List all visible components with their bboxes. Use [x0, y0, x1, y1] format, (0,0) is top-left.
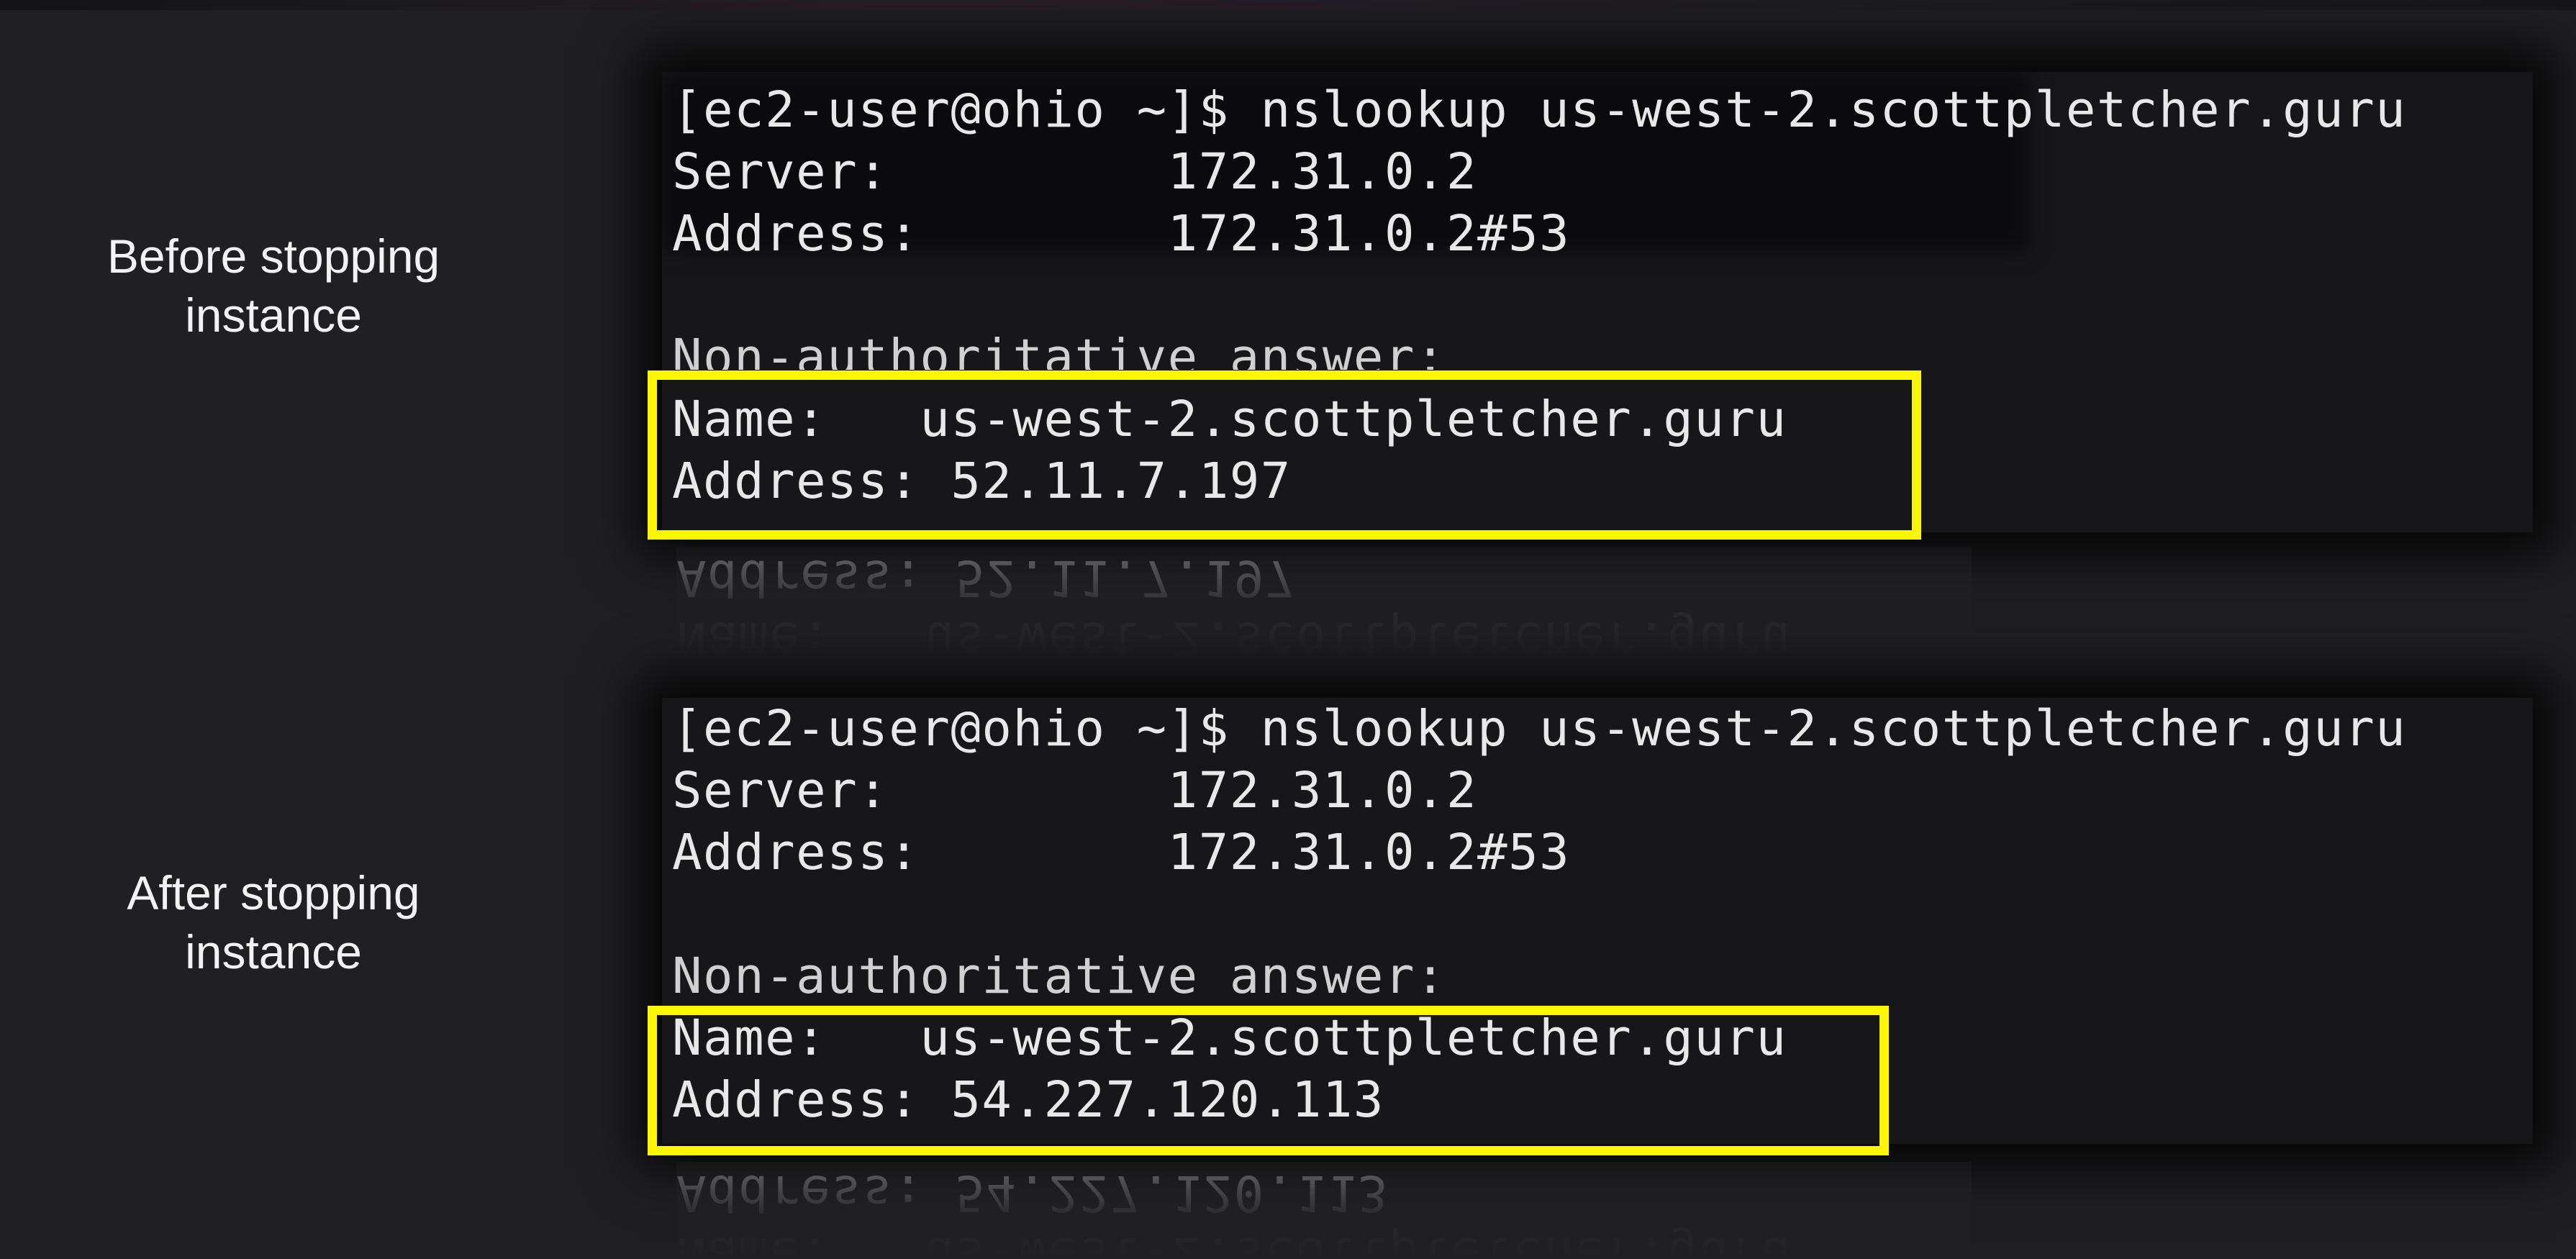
before-command: [ec2-user@ohio ~]$ nslookup us-west-2.sc…	[672, 81, 2407, 139]
before-label-line-2: instance	[185, 288, 362, 342]
after-label: After stopping instance	[0, 863, 547, 981]
after-server: Server: 172.31.0.2	[672, 762, 1478, 819]
terminal-before-screen: [ec2-user@ohio ~]$ nslookup us-west-2.sc…	[662, 72, 2533, 532]
after-answer-header: Non-authoritative answer:	[672, 947, 1447, 1005]
after-label-line-1: After stopping	[127, 866, 420, 919]
before-server: Server: 172.31.0.2	[672, 143, 1478, 201]
terminal-after: [ec2-user@ohio ~]$ nslookup us-west-2.sc…	[662, 698, 2533, 1144]
after-server-address: Address: 172.31.0.2#53	[672, 824, 1571, 881]
before-name: Name: us-west-2.scottpletcher.guru	[672, 391, 1787, 448]
terminal-before: [ec2-user@ohio ~]$ nslookup us-west-2.sc…	[662, 72, 2533, 532]
before-address: Address: 52.11.7.197	[672, 453, 1292, 510]
before-server-address: Address: 172.31.0.2#53	[672, 205, 1571, 263]
before-label-line-1: Before stopping	[106, 229, 440, 283]
terminal-after-screen: [ec2-user@ohio ~]$ nslookup us-west-2.sc…	[662, 698, 2533, 1144]
top-edge-strip	[0, 0, 2576, 10]
before-answer-header: Non-authoritative answer:	[672, 329, 1447, 370]
after-command: [ec2-user@ohio ~]$ nslookup us-west-2.sc…	[672, 700, 2407, 758]
after-name: Name: us-west-2.scottpletcher.guru	[672, 1009, 1787, 1067]
slide: Before stopping instance After stopping …	[0, 0, 2576, 1259]
after-reflection: Name: us-west-2.scottpletcher.guru Addre…	[676, 1162, 1972, 1259]
before-label: Before stopping instance	[0, 227, 547, 345]
after-label-line-2: instance	[185, 925, 362, 978]
before-reflection: Name: us-west-2.scottpletcher.guru Addre…	[676, 547, 1972, 662]
after-address: Address: 54.227.120.113	[672, 1071, 1384, 1129]
